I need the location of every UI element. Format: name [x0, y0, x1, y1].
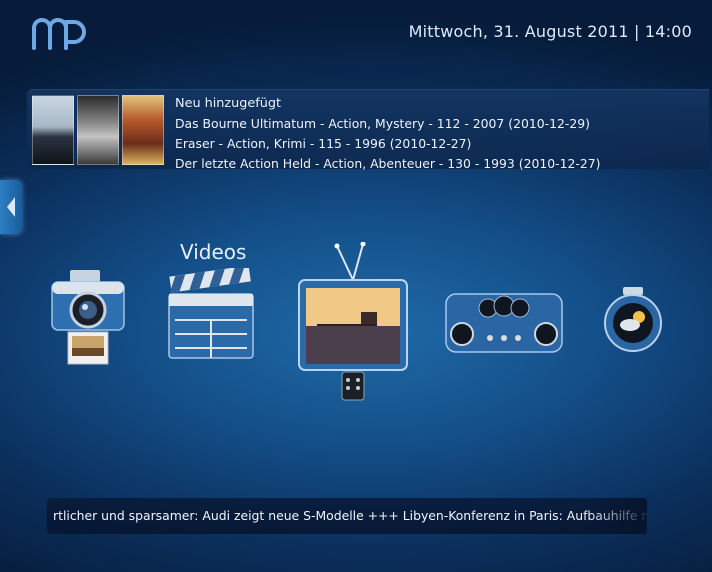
mediaportal-logo-icon — [32, 18, 86, 50]
poster-thumbnail[interactable] — [122, 95, 164, 165]
side-menu-tab[interactable] — [0, 180, 22, 234]
chevron-left-icon — [7, 197, 15, 217]
poster-thumbnail[interactable] — [77, 95, 119, 165]
list-item[interactable]: Das Bourne Ultimatum - Action, Mystery -… — [175, 114, 600, 134]
tv-icon[interactable] — [297, 242, 409, 402]
news-ticker-text: rtlicher und sparsamer: Audi zeigt neue … — [53, 508, 647, 523]
dashboard-icon[interactable] — [444, 288, 564, 358]
list-item[interactable]: Eraser - Action, Krimi - 115 - 1996 (201… — [175, 134, 600, 154]
poster-thumbnail[interactable] — [32, 95, 74, 165]
ticker-fade — [587, 498, 647, 534]
recently-added-list: Neu hinzugefügt Das Bourne Ultimatum - A… — [175, 94, 600, 174]
datetime-label: Mittwoch, 31. August 2011 | 14:00 — [408, 22, 692, 41]
recently-added-panel[interactable]: Neu hinzugefügt Das Bourne Ultimatum - A… — [27, 89, 709, 171]
list-item[interactable]: Der letzte Action Held - Action, Abenteu… — [175, 154, 600, 174]
weather-icon[interactable] — [603, 287, 663, 363]
clapperboard-icon[interactable] — [165, 268, 257, 368]
menu-focused-label: Videos — [180, 240, 247, 264]
camera-icon[interactable] — [50, 268, 126, 368]
recently-added-title: Neu hinzugefügt — [175, 96, 281, 111]
news-ticker: rtlicher und sparsamer: Audi zeigt neue … — [47, 498, 647, 534]
